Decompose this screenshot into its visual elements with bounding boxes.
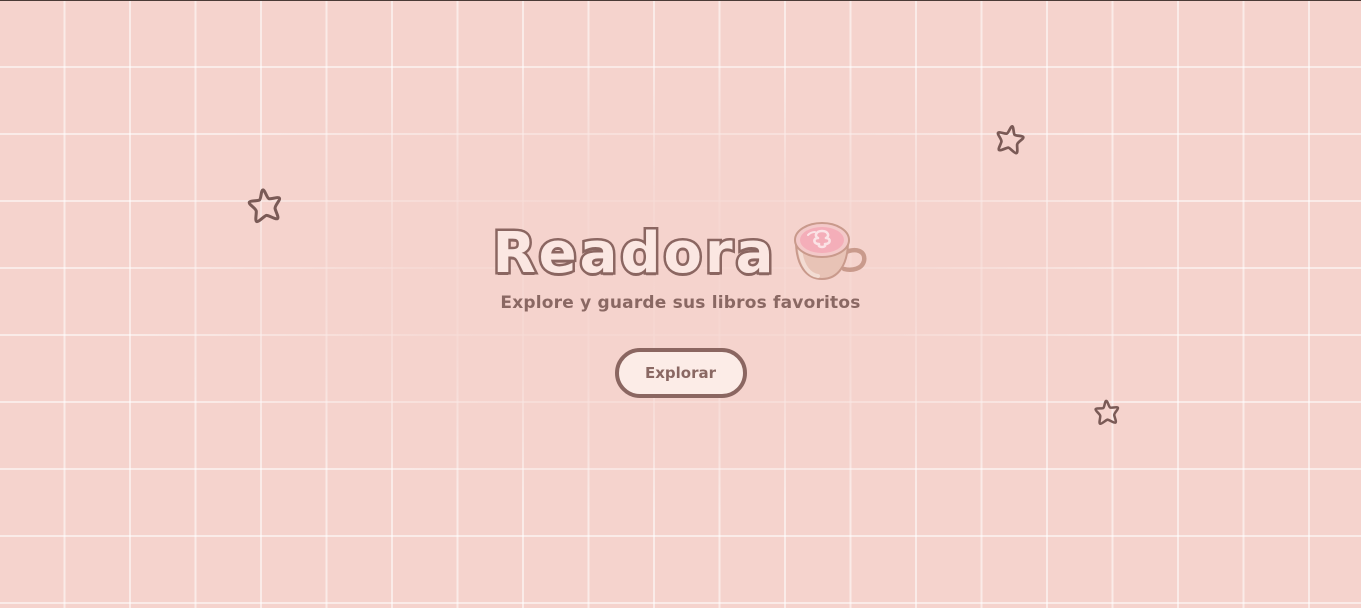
subtitle: Explore y guarde sus libros favoritos bbox=[500, 293, 861, 313]
app-title: Readora bbox=[490, 219, 777, 289]
coffee-cup-icon bbox=[794, 222, 867, 281]
star-icon bbox=[1094, 399, 1120, 425]
hero-section: Readora Explore y guarde sus libros favo… bbox=[0, 216, 1361, 398]
star-icon bbox=[996, 125, 1025, 155]
explore-button[interactable]: Explorar bbox=[614, 348, 747, 398]
title-row: Readora bbox=[2, 216, 1361, 292]
